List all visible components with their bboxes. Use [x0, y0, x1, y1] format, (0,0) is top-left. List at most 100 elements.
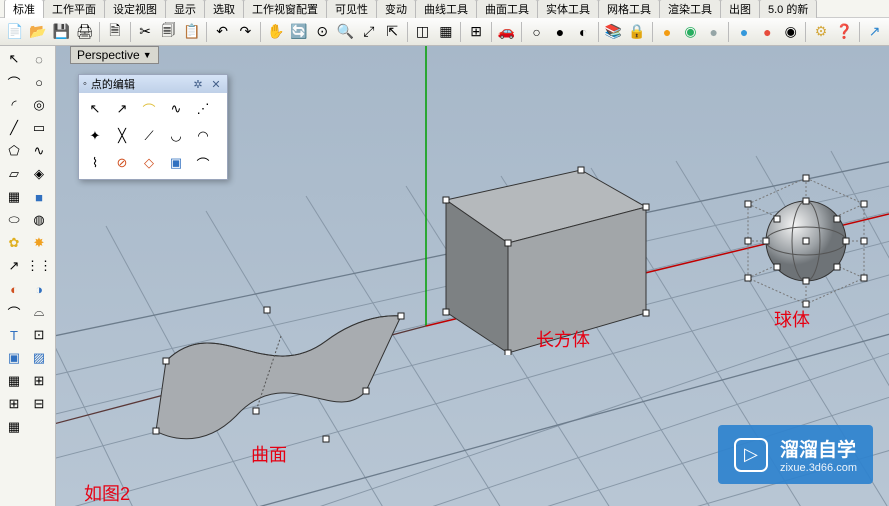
menu-tab-7[interactable]: 变动: [376, 0, 416, 18]
join-icon[interactable]: ⌒: [2, 301, 26, 323]
surface-icon[interactable]: ▱: [2, 163, 26, 185]
perspective-viewport[interactable]: Perspective ▼ ◦ 点的编辑 ✲ ✕ ↖↗⌒∿⋰✦╳⟋◡◠⌇⊘◇▣⌒: [56, 46, 889, 506]
material-orange-icon[interactable]: ●: [657, 21, 678, 43]
lock-icon[interactable]: 🔒: [626, 21, 647, 43]
menu-tab-0[interactable]: 标准: [4, 0, 44, 18]
select-arrow-icon[interactable]: ↖: [2, 48, 26, 70]
pt-edit-4-icon[interactable]: ∿: [164, 97, 188, 121]
mesh2-icon[interactable]: ⊞: [27, 370, 51, 392]
pt-edit-3-icon[interactable]: ⌒: [137, 97, 161, 121]
pt-edit-9-icon[interactable]: ◡: [164, 124, 188, 148]
grid3-icon[interactable]: ▦: [2, 416, 26, 438]
sphere-blue-icon[interactable]: ●: [733, 21, 754, 43]
open-file-icon[interactable]: 📂: [27, 21, 48, 43]
pt-edit-7-icon[interactable]: ╳: [110, 124, 134, 148]
dim-icon[interactable]: ⊡: [27, 324, 51, 346]
cplane-icon[interactable]: ◫: [412, 21, 433, 43]
gear-icon[interactable]: ✿: [2, 232, 26, 254]
menu-tab-2[interactable]: 设定视图: [104, 0, 166, 18]
material-rainbow-icon[interactable]: ◉: [680, 21, 701, 43]
zoom-prev-icon[interactable]: ⇱: [382, 21, 403, 43]
zoom-extents-icon[interactable]: ⤢: [358, 21, 379, 43]
lasso-icon[interactable]: ◌: [27, 48, 51, 70]
text-icon[interactable]: T: [2, 324, 26, 346]
pt-edit-8-icon[interactable]: ⟋: [137, 124, 161, 148]
donut-icon[interactable]: ◎: [27, 94, 51, 116]
render-ghost-icon[interactable]: ◐: [573, 21, 594, 43]
viewport-layout-icon[interactable]: ⊞: [465, 21, 486, 43]
mesh-icon[interactable]: ▦: [2, 370, 26, 392]
cuboid-object[interactable]: [416, 135, 666, 355]
menu-tab-8[interactable]: 曲线工具: [415, 0, 477, 18]
curve-icon[interactable]: ∿: [27, 140, 51, 162]
curved-surface-object[interactable]: [136, 281, 426, 456]
line-icon[interactable]: ╱: [2, 117, 26, 139]
menu-tab-1[interactable]: 工作平面: [43, 0, 105, 18]
circle-icon[interactable]: ○: [27, 71, 51, 93]
menu-tab-10[interactable]: 实体工具: [537, 0, 599, 18]
pt-edit-2-icon[interactable]: ↗: [110, 97, 134, 121]
help-icon[interactable]: ❓: [834, 21, 855, 43]
arc-icon[interactable]: ⌒: [2, 71, 26, 93]
group-icon[interactable]: ▣: [2, 347, 26, 369]
undo-icon[interactable]: ↶: [211, 21, 232, 43]
menu-tab-3[interactable]: 显示: [165, 0, 205, 18]
close-icon[interactable]: ✕: [209, 78, 223, 91]
menu-tab-14[interactable]: 5.0 的新: [759, 0, 817, 18]
grid2-icon[interactable]: ⊟: [27, 393, 51, 415]
point-edit-panel[interactable]: ◦ 点的编辑 ✲ ✕ ↖↗⌒∿⋰✦╳⟋◡◠⌇⊘◇▣⌒: [78, 74, 228, 180]
cylinder2-icon[interactable]: ◍: [27, 209, 51, 231]
menu-tab-11[interactable]: 网格工具: [598, 0, 660, 18]
array-icon[interactable]: ⋮⋮: [27, 255, 51, 277]
render-wire-icon[interactable]: ○: [526, 21, 547, 43]
pt-edit-12-icon[interactable]: ⊘: [110, 151, 134, 175]
rotate-view-icon[interactable]: 🔄: [288, 21, 309, 43]
box-icon[interactable]: ▦: [2, 186, 26, 208]
pt-edit-6-icon[interactable]: ✦: [83, 124, 107, 148]
menu-tab-12[interactable]: 渲染工具: [659, 0, 721, 18]
surface2-icon[interactable]: ◈: [27, 163, 51, 185]
copy-icon[interactable]: 🗐: [158, 21, 179, 43]
pan-icon[interactable]: ✋: [265, 21, 286, 43]
menu-tab-6[interactable]: 可见性: [326, 0, 377, 18]
arc2-icon[interactable]: ◜: [2, 94, 26, 116]
menu-tab-13[interactable]: 出图: [720, 0, 760, 18]
sphere-object[interactable]: [726, 156, 886, 326]
boolean2-icon[interactable]: ◑: [27, 278, 51, 300]
document-icon[interactable]: 🗎: [104, 21, 125, 43]
settings-icon[interactable]: ⚙: [810, 21, 831, 43]
print-icon[interactable]: 🖨: [74, 21, 95, 43]
rectangle-icon[interactable]: ▭: [27, 117, 51, 139]
render-shade-icon[interactable]: ●: [549, 21, 570, 43]
layer-icon[interactable]: 📚: [603, 21, 624, 43]
boolean-icon[interactable]: ◐: [2, 278, 26, 300]
pt-edit-13-icon[interactable]: ◇: [137, 151, 161, 175]
menu-tab-9[interactable]: 曲面工具: [476, 0, 538, 18]
menu-tab-5[interactable]: 工作视窗配置: [243, 0, 327, 18]
save-icon[interactable]: 💾: [51, 21, 72, 43]
grid1-icon[interactable]: ⊞: [2, 393, 26, 415]
zoom-icon[interactable]: 🔍: [335, 21, 356, 43]
redo-icon[interactable]: ↷: [235, 21, 256, 43]
export-arrow-icon[interactable]: ↗: [864, 21, 885, 43]
sphere-multi-icon[interactable]: ◉: [780, 21, 801, 43]
sphere-red-icon[interactable]: ●: [757, 21, 778, 43]
cylinder-icon[interactable]: ⬭: [2, 209, 26, 231]
paste-icon[interactable]: 📋: [181, 21, 202, 43]
cut-icon[interactable]: ✂: [135, 21, 156, 43]
car-icon[interactable]: 🚗: [496, 21, 517, 43]
pt-edit-5-icon[interactable]: ⋰: [191, 97, 215, 121]
split-icon[interactable]: ⌓: [27, 301, 51, 323]
material-gray-icon[interactable]: ●: [703, 21, 724, 43]
polygon-icon[interactable]: ⬠: [2, 140, 26, 162]
cplane-reset-icon[interactable]: ▦: [435, 21, 456, 43]
pt-edit-11-icon[interactable]: ⌇: [83, 151, 107, 175]
pt-edit-15-icon[interactable]: ⌒: [191, 151, 215, 175]
box-solid-icon[interactable]: ■: [27, 186, 51, 208]
explode-icon[interactable]: ✸: [27, 232, 51, 254]
viewport-title-button[interactable]: Perspective ▼: [70, 46, 159, 64]
pt-edit-14-icon[interactable]: ▣: [164, 151, 188, 175]
panel-titlebar[interactable]: ◦ 点的编辑 ✲ ✕: [79, 75, 227, 93]
pt-edit-1-icon[interactable]: ↖: [83, 97, 107, 121]
pin-icon[interactable]: ✲: [191, 78, 205, 91]
